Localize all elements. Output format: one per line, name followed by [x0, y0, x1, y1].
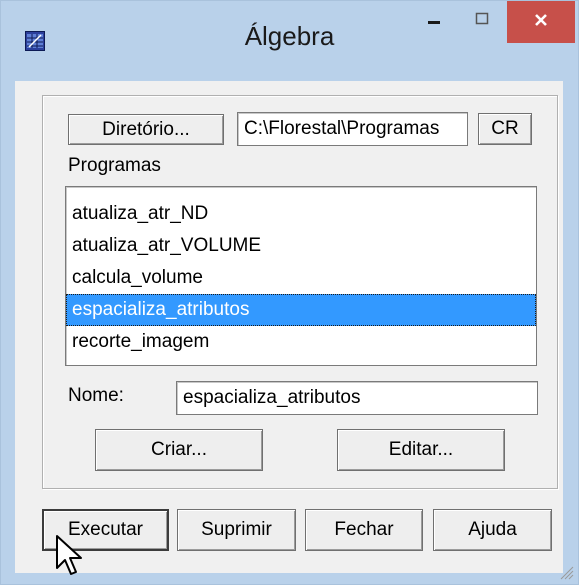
maximize-icon — [474, 11, 490, 32]
cr-button[interactable]: CR — [478, 113, 532, 145]
create-button[interactable]: Criar... — [95, 429, 263, 471]
list-item[interactable]: recorte_imagem — [66, 326, 536, 358]
resize-grip-icon[interactable] — [558, 564, 574, 580]
list-item-selected[interactable]: espacializa_atributos — [66, 294, 536, 326]
delete-button[interactable]: Suprimir — [177, 509, 296, 551]
close-button[interactable] — [507, 1, 575, 43]
close-icon — [533, 12, 549, 33]
name-field[interactable]: espacializa_atributos — [176, 381, 538, 415]
name-label: Nome: — [68, 385, 124, 406]
close-dialog-button[interactable]: Fechar — [305, 509, 423, 551]
list-item[interactable]: calcula_volume — [66, 262, 536, 294]
edit-button[interactable]: Editar... — [337, 429, 505, 471]
programs-label: Programas — [68, 155, 161, 176]
help-button[interactable]: Ajuda — [433, 509, 552, 551]
directory-path-field[interactable]: C:\Florestal\Programas — [237, 112, 468, 146]
algebra-window: Álgebra Diretório... C:\Florestal\Progra… — [0, 0, 579, 585]
directory-button[interactable]: Diretório... — [68, 114, 224, 145]
programs-listbox[interactable]: atualiza_atr_ND atualiza_atr_VOLUME calc… — [65, 186, 537, 366]
mouse-pointer-icon — [55, 534, 87, 578]
title-bar[interactable]: Álgebra — [1, 1, 578, 81]
list-item[interactable]: atualiza_atr_VOLUME — [66, 230, 536, 262]
minimize-button[interactable] — [411, 1, 457, 41]
maximize-button[interactable] — [459, 1, 505, 41]
minimize-icon — [426, 11, 442, 32]
list-item[interactable]: atualiza_atr_ND — [66, 198, 536, 230]
